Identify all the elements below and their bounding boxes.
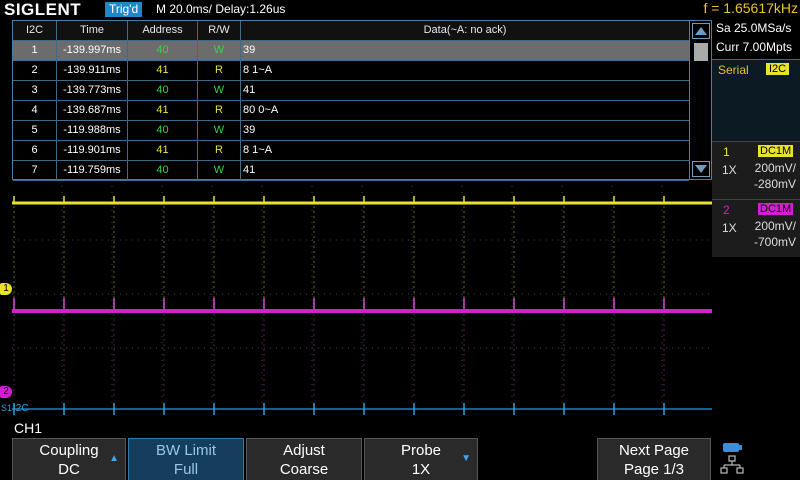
cell-address: 41 [128,61,198,81]
waveform-display[interactable] [12,186,712,416]
cell-data: 39 [243,44,256,56]
next-page-softkey[interactable]: Next Page Page 1/3 [597,438,711,480]
serial-label: Serial [718,63,749,77]
table-row[interactable]: 7 -119.759ms 40 W 41 [13,161,689,181]
sample-rate: Sa 25.0MSa/s [716,21,792,35]
cell-rw: R [198,141,241,161]
softkey-label: BW Limit [156,442,216,459]
table-row[interactable]: 4 -139.687ms 41 R 80 0~A [13,101,689,121]
cell-address: 41 [128,141,198,161]
cell-address: 40 [128,41,198,61]
cell-index: 1 [13,41,57,61]
memory-depth: Curr 7.00Mpts [716,40,793,54]
serial-decode-panel[interactable]: Serial I2C [712,59,800,141]
plot-background [12,186,712,416]
cell-index: 7 [13,161,57,181]
channel-1-probe: 1X [722,163,737,177]
bus-label: I2C [13,403,29,414]
cell-index: 3 [13,81,57,101]
usb-icon [723,443,742,452]
col-header-rw: R/W [198,21,241,41]
col-header-address: Address [128,21,198,41]
table-header: I2C Time Address R/W Data(~A: no ack) [13,21,689,41]
cell-data: 41 [243,84,256,96]
cell-index: 2 [13,61,57,81]
down-arrow-icon: ▼ [461,453,471,464]
channel-1-coupling: DC1M [758,145,794,157]
table-row[interactable]: 2 -139.911ms 41 R 8 1~A [13,61,689,81]
cell-time: -139.911ms [57,61,128,81]
network-icon [720,455,744,474]
table-row[interactable]: 3 -139.773ms 40 W 41 [13,81,689,101]
channel-2-offset: -700mV [753,235,796,249]
serial-bus-marker[interactable]: S1 [1,403,12,413]
cell-index: 6 [13,141,57,161]
col-header-i2c: I2C [13,21,57,41]
frequency-readout: f = 1.65617kHz [703,0,798,16]
menu-title: CH1 [14,420,43,436]
cell-rw: R [198,61,241,81]
col-header-time: Time [57,21,128,41]
channel-2-probe: 1X [722,221,737,235]
cell-time: -119.988ms [57,121,128,141]
channel-1-offset-marker[interactable]: 1 [0,283,12,295]
softkey-value: Coarse [279,461,329,478]
right-info-panel: Sa 25.0MSa/s Curr 7.00Mpts Serial I2C 1 … [712,20,800,480]
table-row[interactable]: 6 -119.901ms 41 R 8 1~A [13,141,689,161]
channel-1-panel[interactable]: 1 DC1M 1X 200mV/ -280mV [712,141,800,199]
cell-address: 40 [128,81,198,101]
channel-1-offset: -280mV [753,177,796,191]
scroll-up-icon[interactable] [692,23,710,39]
scroll-down-icon[interactable] [692,161,710,177]
cell-address: 41 [128,101,198,121]
bw-limit-softkey[interactable]: BW Limit Full [128,438,244,480]
channel-2-offset-marker[interactable]: 2 [0,386,12,398]
coupling-softkey[interactable]: Coupling DC ▲ [12,438,126,480]
cell-rw: W [198,121,241,141]
cell-data: 80 0~A [243,104,279,116]
table-row[interactable]: 1 -139.997ms 40 W 39 [13,41,689,61]
cell-index: 4 [13,101,57,121]
softkey-value: Full [173,461,199,478]
channel-2-panel[interactable]: 2 DC1M 1X 200mV/ -700mV [712,199,800,257]
cell-address: 40 [128,161,198,181]
cell-time: -119.759ms [57,161,128,181]
softkey-value: Page 1/3 [623,461,685,478]
channel-1-number: 1 [723,145,730,159]
cell-data: 41 [243,164,256,176]
cell-data: 8 1~A [243,64,273,76]
trigger-status-badge: Trig'd [105,2,143,17]
table-row[interactable]: 5 -119.988ms 40 W 39 [13,121,689,141]
col-header-data: Data(~A: no ack) [423,24,507,36]
timebase-readout: M 20.0ms/ Delay:1.26us [156,2,286,16]
brand-logo: SIGLENT [4,0,82,19]
table-scrollbar[interactable] [689,21,711,179]
channel-1-scale: 200mV/ [754,161,796,175]
cell-rw: W [198,41,241,61]
cell-data: 39 [243,124,256,136]
up-arrow-icon: ▲ [109,453,119,464]
cell-data: 8 1~A [243,144,273,156]
serial-protocol-badge: I2C [766,63,790,75]
cell-index: 5 [13,121,57,141]
cell-rw: R [198,101,241,121]
softkey-label: Adjust [283,442,325,459]
system-status-icons [720,443,744,474]
cell-time: -139.773ms [57,81,128,101]
cell-rw: W [198,161,241,181]
cell-time: -119.901ms [57,141,128,161]
channel-2-scale: 200mV/ [754,219,796,233]
adjust-softkey[interactable]: Adjust Coarse [246,438,362,480]
cell-rw: W [198,81,241,101]
channel-2-number: 2 [723,203,730,217]
softkey-label: Next Page [618,442,690,459]
cell-address: 40 [128,121,198,141]
i2c-decode-table[interactable]: I2C Time Address R/W Data(~A: no ack) 1-… [12,20,712,181]
probe-softkey[interactable]: Probe 1X ▼ [364,438,478,480]
scroll-thumb[interactable] [694,43,708,61]
channel-2-coupling: DC1M [758,203,794,215]
cell-time: -139.997ms [57,41,128,61]
top-status-bar: SIGLENT Trig'd M 20.0ms/ Delay:1.26us f … [0,0,800,20]
cell-time: -139.687ms [57,101,128,121]
